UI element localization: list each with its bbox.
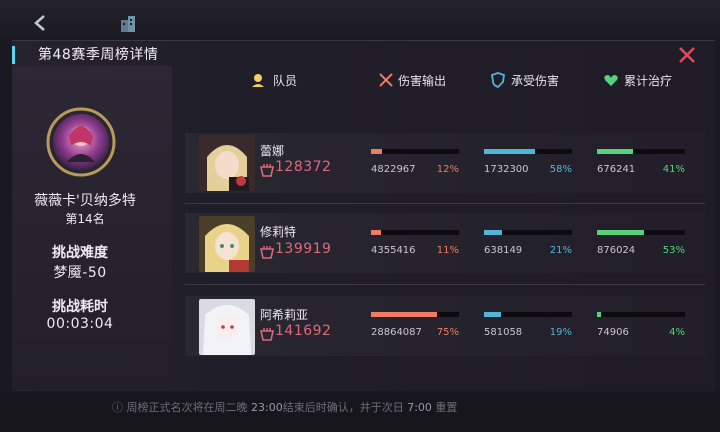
damage-value: 28864087: [371, 327, 422, 338]
difficulty-label: 挑战难度: [52, 245, 108, 261]
taken-value: 581058: [484, 327, 523, 338]
member-header: 队员: [273, 74, 298, 88]
damage-bar-fill: [371, 312, 437, 317]
taken-header: 承受伤害: [511, 74, 560, 88]
damage-header: 伤害输出: [398, 74, 447, 88]
taken-bar: [484, 149, 572, 154]
page-title: 第48赛季周榜详情: [38, 47, 159, 63]
footer-notice: ⓘ 周榜正式名次将在周二晚 23:00结束后时确认，并于次日 7:00 重置: [112, 399, 457, 415]
member-icon: [250, 72, 266, 88]
sword-icon: [378, 72, 394, 88]
damage-bar: [371, 149, 459, 154]
heart-icon: [603, 72, 619, 88]
damage-value: 4355416: [371, 245, 416, 256]
damage-pct: 75%: [436, 327, 459, 338]
heal-bar-fill: [597, 230, 644, 235]
taken-pct: 19%: [549, 327, 572, 338]
footer-time2: 7:00: [407, 401, 432, 414]
damage-pct: 12%: [436, 164, 459, 175]
damage-pct: 11%: [436, 245, 459, 256]
member-power: 128372: [275, 159, 332, 175]
title-accent: [12, 46, 15, 64]
building-icon[interactable]: [118, 14, 138, 34]
row-divider: [185, 203, 705, 204]
damage-value: 4822967: [371, 164, 416, 175]
taken-value: 638149: [484, 245, 523, 256]
footer-suffix: 重置: [431, 401, 458, 414]
power-icon: [260, 162, 274, 177]
taken-bar: [484, 312, 572, 317]
heal-pct: 53%: [662, 245, 685, 256]
taken-bar: [484, 230, 572, 235]
heal-value: 676241: [597, 164, 636, 175]
member-name: 蕾娜: [260, 144, 285, 158]
member-name: 修莉特: [260, 225, 297, 239]
info-icon: ⓘ: [112, 401, 127, 414]
heal-bar: [597, 149, 685, 154]
taken-bar-fill: [484, 312, 501, 317]
damage-bar: [371, 312, 459, 317]
member-name: 阿希莉亚: [260, 308, 309, 322]
heal-pct: 41%: [662, 164, 685, 175]
taken-value: 1732300: [484, 164, 529, 175]
leader-name: 薇薇卡'贝纳多特: [34, 193, 136, 209]
taken-pct: 21%: [549, 245, 572, 256]
close-x-icon[interactable]: [676, 44, 698, 66]
member-power: 139919: [275, 241, 332, 257]
damage-bar: [371, 230, 459, 235]
member-power: 141692: [275, 323, 332, 339]
top-bar: [0, 0, 720, 40]
taken-pct: 58%: [549, 164, 572, 175]
footer-time1: 23:00: [251, 401, 283, 414]
damage-bar-fill: [371, 230, 381, 235]
heal-bar-fill: [597, 149, 634, 154]
heal-header: 累计治疗: [624, 74, 673, 88]
leader-emblem: [45, 106, 117, 178]
taken-bar-fill: [484, 149, 536, 154]
difficulty-value: 梦魇-50: [53, 265, 107, 281]
time-value: 00:03:04: [46, 316, 114, 332]
heal-pct: 4%: [669, 327, 685, 338]
rank-badge: 第14名: [65, 212, 105, 226]
heal-bar: [597, 312, 685, 317]
back-arrow-icon[interactable]: [30, 12, 52, 34]
heal-value: 74906: [597, 327, 629, 338]
power-icon: [260, 326, 274, 341]
row-divider: [185, 284, 705, 285]
footer-prefix: 周榜正式名次将在周二晚: [126, 401, 251, 414]
member-portrait: [199, 135, 255, 191]
heal-bar: [597, 230, 685, 235]
member-row[interactable]: [185, 213, 705, 273]
footer-mid: 结束后时确认，并于次日: [282, 401, 408, 414]
heal-bar-fill: [597, 312, 601, 317]
shield-icon: [490, 72, 506, 89]
heal-value: 876024: [597, 245, 636, 256]
damage-bar-fill: [371, 149, 382, 154]
power-icon: [260, 244, 274, 259]
taken-bar-fill: [484, 230, 503, 235]
time-label: 挑战耗时: [52, 299, 108, 315]
member-portrait: [199, 216, 255, 272]
member-portrait: [199, 299, 255, 355]
